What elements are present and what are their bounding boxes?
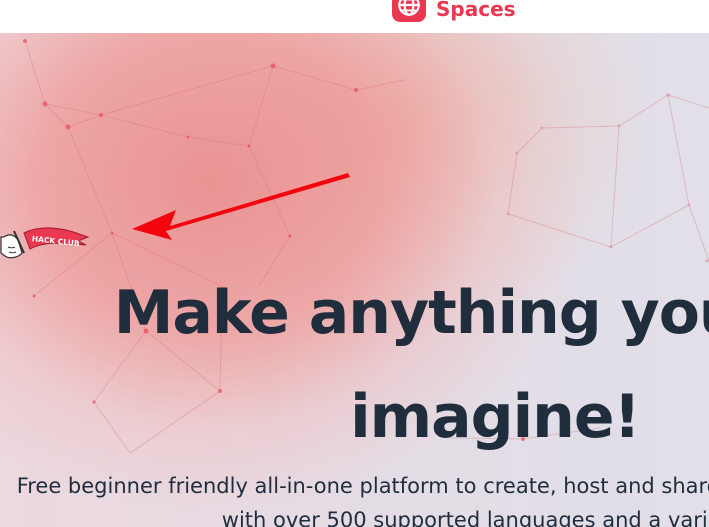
hero-headline: Make anything you can imagine! — [113, 278, 709, 452]
hack-club-flag-logo: HACK CLUB — [0, 227, 90, 259]
brand-name: Spaces — [436, 0, 516, 21]
brand-link[interactable]: Spaces — [392, 0, 516, 22]
globe-icon — [392, 0, 426, 22]
red-arrow-annotation — [132, 173, 350, 240]
hero-subtitle: Free beginner friendly all-in-one platfo… — [16, 474, 709, 527]
hero-section: HACK CLUB Make anything you can imagine!… — [0, 33, 709, 527]
top-navbar: Spaces — [0, 0, 709, 33]
